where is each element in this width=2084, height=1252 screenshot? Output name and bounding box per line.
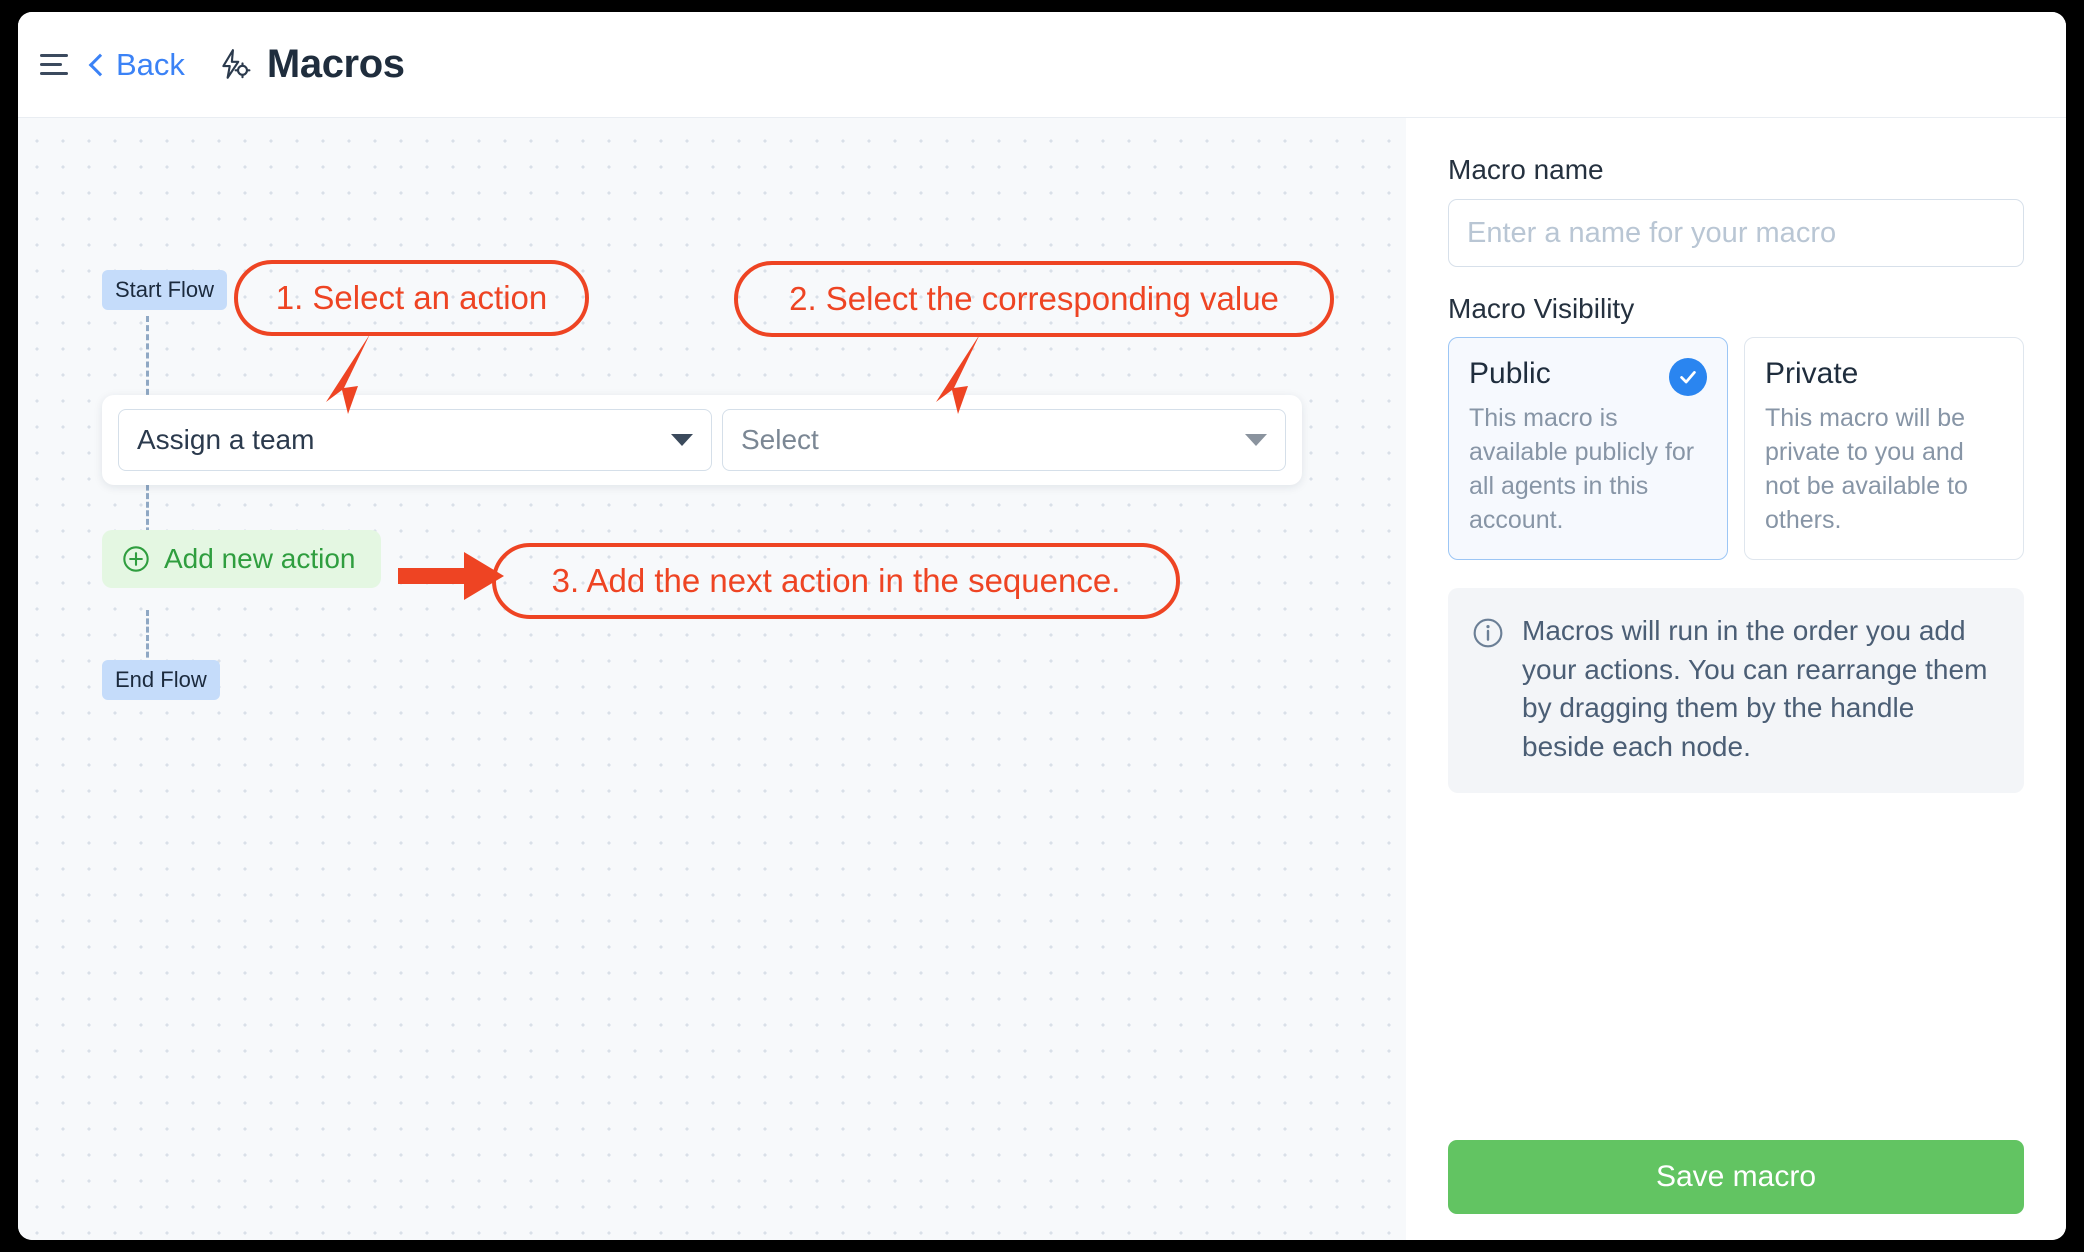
action-type-value: Assign a team xyxy=(137,424,315,455)
info-notice-text: Macros will run in the order you add you… xyxy=(1522,615,1988,762)
flow-canvas[interactable]: Start Flow Assign a team Select Add new xyxy=(18,118,1406,1240)
visibility-option-private-title: Private xyxy=(1765,357,1859,390)
plus-circle-icon xyxy=(123,546,149,572)
visibility-option-private-description: This macro will be private to you and no… xyxy=(1765,404,1968,534)
chevron-left-icon xyxy=(88,53,112,77)
macro-settings-panel: Macro name Macro Visibility Public This … xyxy=(1406,118,2066,1240)
info-notice: Macros will run in the order you add you… xyxy=(1448,588,2024,793)
flow-connector-line xyxy=(146,316,149,404)
annotation-arrow-2-icon xyxy=(936,334,980,414)
info-circle-icon xyxy=(1473,618,1503,648)
chevron-down-icon xyxy=(670,434,693,446)
back-button-label: Back xyxy=(116,46,185,82)
annotation-arrow-3-icon xyxy=(398,552,504,600)
app-header: Back Macros xyxy=(18,12,2066,118)
annotation-arrow-1-icon xyxy=(326,334,370,414)
add-new-action-button[interactable]: Add new action xyxy=(102,530,382,588)
annotation-callout-1: 1. Select an action xyxy=(234,260,589,336)
hamburger-icon[interactable] xyxy=(40,50,74,80)
visibility-options-row: Public This macro is available publicly … xyxy=(1448,337,2024,560)
visibility-option-private[interactable]: Private This macro will be private to yo… xyxy=(1744,337,2024,560)
annotation-callout-2: 2. Select the corresponding value xyxy=(734,261,1334,337)
macro-bolt-gear-icon xyxy=(222,48,251,79)
check-circle-icon xyxy=(1669,358,1707,396)
macro-name-label: Macro name xyxy=(1448,154,1604,185)
add-new-action-label: Add new action xyxy=(164,543,356,574)
annotation-callout-3: 3. Add the next action in the sequence. xyxy=(492,543,1180,619)
start-flow-node: Start Flow xyxy=(102,270,228,310)
end-flow-node: End Flow xyxy=(102,660,220,700)
body-container: Start Flow Assign a team Select Add new xyxy=(18,118,2066,1240)
macro-visibility-label: Macro Visibility xyxy=(1448,293,1635,324)
action-type-dropdown[interactable]: Assign a team xyxy=(118,409,712,471)
save-macro-button[interactable]: Save macro xyxy=(1448,1140,2024,1214)
flow-connector-line xyxy=(146,610,149,666)
page-title: Macros xyxy=(266,42,405,86)
back-button[interactable]: Back xyxy=(88,46,185,83)
action-node-card: Assign a team Select xyxy=(102,395,1302,485)
visibility-option-public[interactable]: Public This macro is available publicly … xyxy=(1448,337,1728,560)
app-window: Back Macros Start Flow Assign a team Sel… xyxy=(18,12,2066,1240)
action-value-placeholder: Select xyxy=(740,424,819,455)
macro-name-input[interactable] xyxy=(1448,199,2024,267)
chevron-down-icon xyxy=(1245,434,1267,446)
visibility-option-public-description: This macro is available publicly for all… xyxy=(1469,404,1695,534)
